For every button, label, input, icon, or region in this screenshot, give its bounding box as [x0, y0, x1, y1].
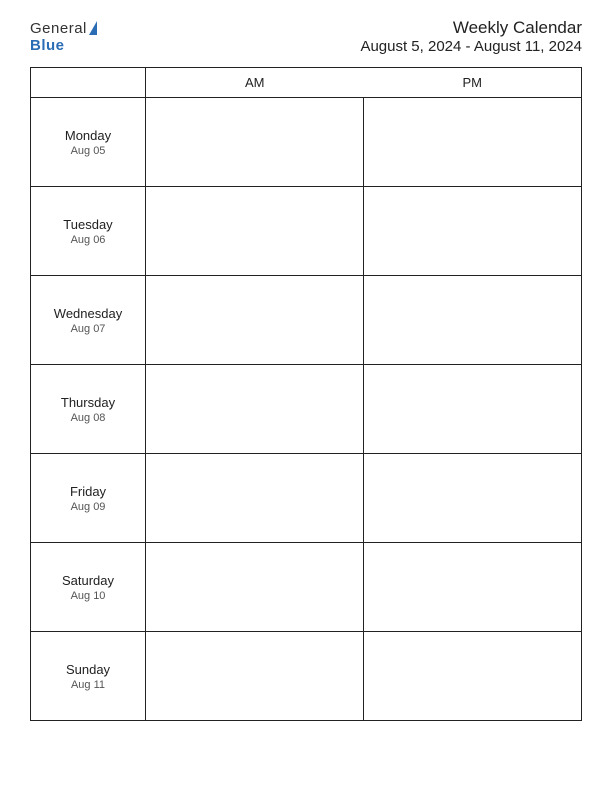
thursday-am-cell: [146, 365, 364, 453]
page-header: General Blue Weekly Calendar August 5, 2…: [0, 0, 612, 67]
saturday-date: Aug 10: [71, 590, 106, 602]
sunday-date: Aug 11: [71, 679, 105, 691]
friday-pm-cell: [364, 454, 582, 542]
table-row: Wednesday Aug 07: [31, 276, 581, 365]
thursday-pm-cell: [364, 365, 582, 453]
logo: General Blue: [30, 20, 97, 54]
am-header: AM: [146, 68, 364, 97]
friday-name: Friday: [70, 484, 106, 499]
corner-cell: [31, 68, 146, 97]
calendar-dates: August 5, 2024 - August 11, 2024: [360, 38, 582, 55]
logo-general-text: General: [30, 20, 87, 37]
sunday-name: Sunday: [66, 662, 110, 677]
monday-date: Aug 05: [71, 145, 106, 157]
saturday-pm-cell: [364, 543, 582, 631]
friday-date: Aug 09: [71, 501, 106, 513]
tuesday-date: Aug 06: [71, 234, 106, 246]
monday-am-cell: [146, 98, 364, 186]
pm-header: PM: [364, 68, 582, 97]
friday-am-cell: [146, 454, 364, 542]
wednesday-date: Aug 07: [71, 323, 106, 335]
calendar-header: AM PM: [31, 68, 581, 98]
title-block: Weekly Calendar August 5, 2024 - August …: [360, 18, 582, 55]
tuesday-name: Tuesday: [63, 217, 112, 232]
wednesday-pm-cell: [364, 276, 582, 364]
monday-cell: Monday Aug 05: [31, 98, 146, 186]
table-row: Thursday Aug 08: [31, 365, 581, 454]
sunday-cell: Sunday Aug 11: [31, 632, 146, 720]
table-row: Tuesday Aug 06: [31, 187, 581, 276]
monday-name: Monday: [65, 128, 111, 143]
saturday-am-cell: [146, 543, 364, 631]
sunday-am-cell: [146, 632, 364, 720]
thursday-name: Thursday: [61, 395, 115, 410]
friday-cell: Friday Aug 09: [31, 454, 146, 542]
calendar-title: Weekly Calendar: [360, 18, 582, 38]
table-row: Monday Aug 05: [31, 98, 581, 187]
table-row: Saturday Aug 10: [31, 543, 581, 632]
logo-blue-text: Blue: [30, 37, 65, 54]
table-row: Friday Aug 09: [31, 454, 581, 543]
calendar-table: AM PM Monday Aug 05 Tuesday Aug 06 Wedne…: [30, 67, 582, 721]
wednesday-name: Wednesday: [54, 306, 122, 321]
wednesday-am-cell: [146, 276, 364, 364]
thursday-date: Aug 08: [71, 412, 106, 424]
tuesday-am-cell: [146, 187, 364, 275]
monday-pm-cell: [364, 98, 582, 186]
wednesday-cell: Wednesday Aug 07: [31, 276, 146, 364]
sunday-pm-cell: [364, 632, 582, 720]
logo-triangle-icon: [89, 21, 97, 35]
tuesday-cell: Tuesday Aug 06: [31, 187, 146, 275]
table-row: Sunday Aug 11: [31, 632, 581, 720]
saturday-cell: Saturday Aug 10: [31, 543, 146, 631]
tuesday-pm-cell: [364, 187, 582, 275]
saturday-name: Saturday: [62, 573, 114, 588]
thursday-cell: Thursday Aug 08: [31, 365, 146, 453]
